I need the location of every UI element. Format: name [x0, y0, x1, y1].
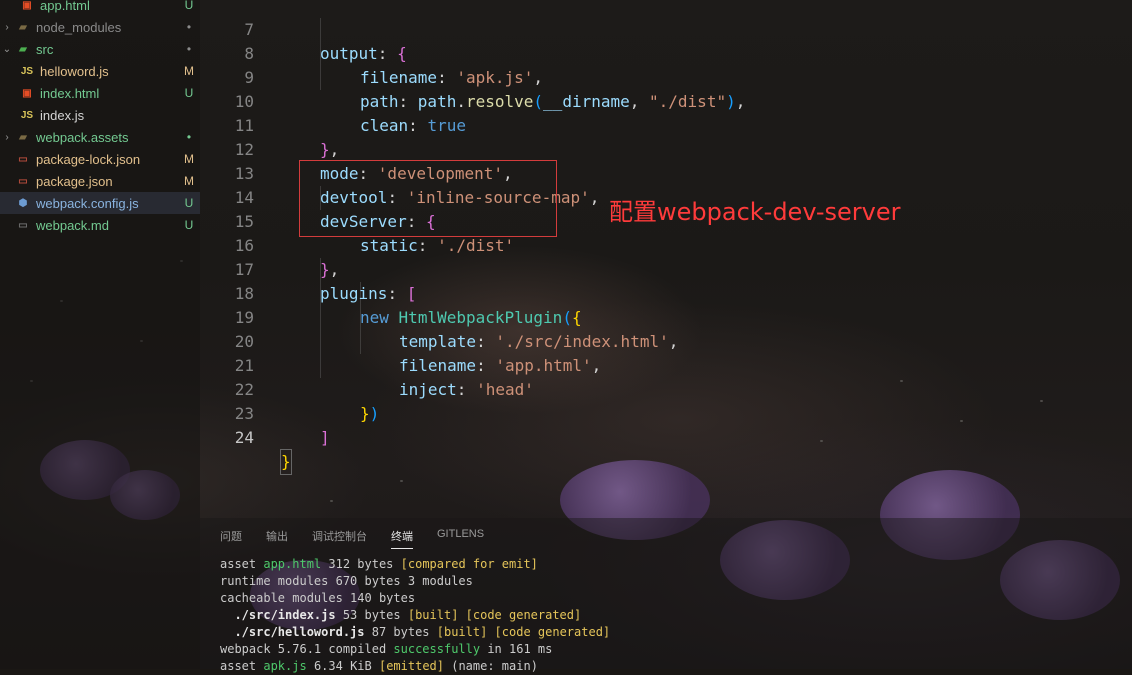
json-file-icon: ▭	[18, 175, 28, 187]
terminal-line: ./src/helloword.js 87 bytes [built] [cod…	[220, 625, 611, 639]
tab-problems[interactable]: 问题	[220, 528, 242, 549]
code-line: 17 plugins: [	[200, 234, 1132, 303]
code-editor[interactable]: 7 output: { 8 filename: 'apk.js', 9 path…	[200, 0, 1132, 518]
html-file-icon: ▣	[22, 87, 32, 99]
bottom-panel: 问题 输出 调试控制台 终端 GITLENS asset app.html 31…	[200, 518, 1132, 673]
tab-terminal[interactable]: 终端	[391, 528, 413, 549]
chevron-down-icon: ⌄	[2, 43, 12, 55]
panel-tabs: 问题 输出 调试控制台 终端 GITLENS	[220, 528, 508, 549]
terminal-line: runtime modules 670 bytes 3 modules	[220, 574, 473, 588]
js-file-icon: JS	[20, 65, 34, 77]
tab-output[interactable]: 输出	[266, 528, 288, 549]
json-file-icon: ▭	[18, 153, 28, 165]
terminal-output[interactable]: asset app.html 312 bytes [compared for e…	[220, 556, 610, 675]
html-file-icon: ▣	[22, 0, 32, 11]
file-tree-item-helloword-js[interactable]: JS helloword.js M	[0, 60, 200, 82]
terminal-line: webpack 5.76.1 compiled successfully in …	[220, 642, 553, 656]
annotation-label: 配置webpack-dev-server	[609, 198, 901, 226]
code-line: 11 },	[200, 90, 1132, 159]
code-line-active: 24 }	[200, 402, 1132, 475]
file-tree-item-node-modules[interactable]: › ▰ node_modules •	[0, 16, 200, 38]
folder-icon: ▰	[19, 131, 27, 143]
code-line: 19 template: './src/index.html',	[200, 282, 1132, 351]
code-line: 20 filename: 'app.html',	[200, 306, 1132, 375]
code-line: 8 filename: 'apk.js',	[200, 18, 1132, 87]
code-line: 21 inject: 'head'	[200, 330, 1132, 399]
file-tree-item-webpack-md[interactable]: ▭ webpack.md U	[0, 214, 200, 236]
code-line: 7 output: {	[200, 0, 1132, 63]
highlight-box	[299, 160, 557, 237]
chevron-right-icon: ›	[5, 131, 9, 143]
folder-icon: ▰	[19, 21, 27, 33]
terminal-line: ./src/index.js 53 bytes [built] [code ge…	[220, 608, 582, 622]
terminal-line: asset app.html 312 bytes [compared for e…	[220, 557, 538, 571]
code-line: 10 clean: true	[200, 66, 1132, 135]
tab-gitlens[interactable]: GITLENS	[437, 528, 484, 549]
file-tree-item-app-html[interactable]: ▣ app.html U	[0, 0, 200, 16]
file-tree-item-webpack-assets[interactable]: › ▰ webpack.assets •	[0, 126, 200, 148]
file-tree-item-index-js[interactable]: JS index.js	[0, 104, 200, 126]
file-tree-item-index-html[interactable]: ▣ index.html U	[0, 82, 200, 104]
code-line: 9 path: path.resolve(__dirname, "./dist"…	[200, 42, 1132, 111]
tab-debug-console[interactable]: 调试控制台	[312, 528, 367, 549]
file-tree-item-webpack-config-js[interactable]: ⬢ webpack.config.js U	[0, 192, 200, 214]
config-file-icon: ⬢	[18, 197, 28, 209]
code-line: 13 devtool: 'inline-source-map',	[200, 138, 1132, 207]
folder-open-icon: ▰	[19, 43, 27, 55]
line-number: 24	[234, 428, 254, 447]
code-line: 22 })	[200, 354, 1132, 423]
explorer-sidebar: ▣ app.html U › ▰ node_modules • ⌄ ▰ src …	[0, 0, 200, 669]
chevron-right-icon: ›	[5, 21, 9, 33]
js-file-icon: JS	[20, 109, 34, 121]
terminal-line: cacheable modules 140 bytes	[220, 591, 416, 605]
terminal-line: asset apk.js 6.34 KiB [emitted] (name: m…	[220, 659, 538, 673]
file-tree-item-package-json[interactable]: ▭ package.json M	[0, 170, 200, 192]
markdown-file-icon: ▭	[18, 219, 28, 231]
file-tree-item-package-lock-json[interactable]: ▭ package-lock.json M	[0, 148, 200, 170]
code-line: 23 ]	[200, 378, 1132, 447]
code-line: 12 mode: 'development',	[200, 114, 1132, 183]
code-line: 18 new HtmlWebpackPlugin({	[200, 258, 1132, 327]
file-tree-item-src[interactable]: ⌄ ▰ src •	[0, 38, 200, 60]
